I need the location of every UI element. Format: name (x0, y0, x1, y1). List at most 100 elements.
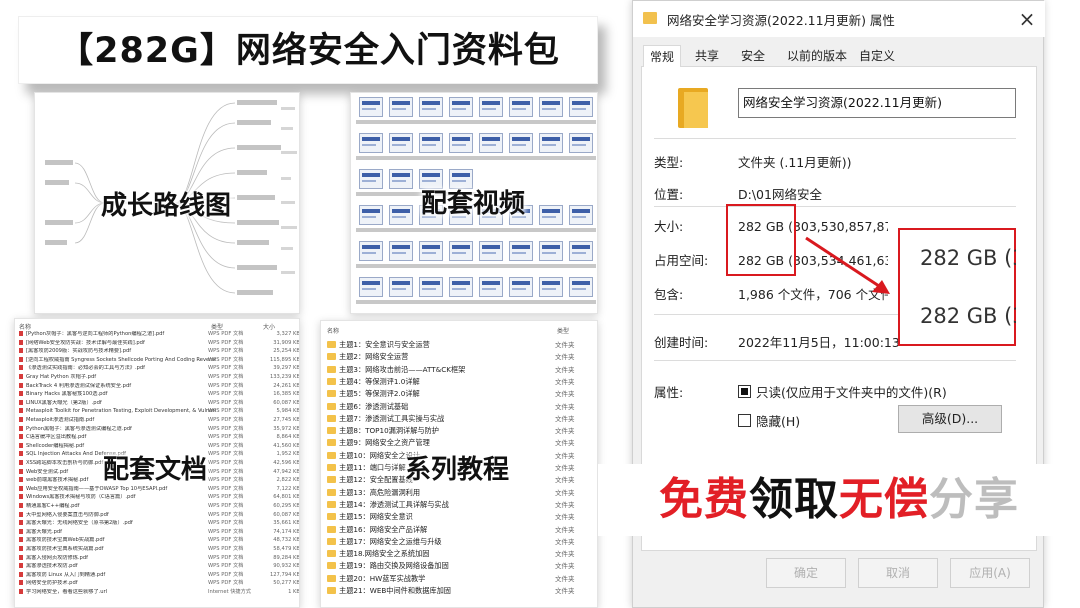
table-row[interactable]: Metasploit Toolkit for Penetration Testi… (15, 408, 299, 415)
docs-col-size[interactable]: 大小 (263, 322, 275, 331)
docs-col-name[interactable]: 名称 (19, 322, 31, 331)
hidden-checkbox[interactable] (738, 414, 751, 427)
table-row[interactable]: Windows黑客技术揭秘与攻防（C语言篇）.pdf WPS PDF 文档 64,8… (15, 494, 299, 501)
list-item[interactable]: 主题3：网络攻击前沿——ATT&CK框架 文件夹 (327, 364, 597, 376)
video-thumbnail[interactable] (569, 241, 593, 261)
video-thumbnail[interactable] (389, 205, 413, 225)
folder-name-input[interactable]: 网络安全学习资源(2022.11月更新) (738, 88, 1016, 118)
video-thumbnail[interactable] (479, 133, 503, 153)
video-thumbnail[interactable] (389, 169, 413, 189)
video-thumbnail[interactable] (359, 205, 383, 225)
video-thumbnail[interactable] (389, 241, 413, 261)
video-thumbnail[interactable] (539, 133, 563, 153)
video-thumbnail[interactable] (479, 277, 503, 297)
video-thumbnail[interactable] (569, 277, 593, 297)
video-thumbnail[interactable] (359, 133, 383, 153)
table-row[interactable]: 黑客大曝光.pdf WPS PDF 文档 74,174 KB (15, 528, 299, 536)
list-item[interactable]: 主题2：网络安全运营 文件夹 (327, 351, 597, 363)
video-thumbnail[interactable] (449, 277, 473, 297)
list-item[interactable]: 主题21：WEB中间件和数据库加固 文件夹 (327, 585, 597, 597)
table-row[interactable]: 黑客攻防 Linux 从入门到精通.pdf WPS PDF 文档 127,794 K… (15, 571, 299, 579)
table-row[interactable]: 黑客攻防技术宝典Web实战篇.pdf WPS PDF 文档 48,732 KB (15, 537, 299, 544)
readonly-checkbox[interactable] (738, 385, 751, 398)
table-row[interactable]: 精通黑客C++编程.pdf WPS PDF 文档 60,295 KB (15, 503, 299, 510)
series-col-type[interactable]: 类型 (557, 326, 569, 335)
cancel-button[interactable]: 取消 (858, 558, 938, 588)
video-thumbnail[interactable] (449, 97, 473, 117)
video-thumbnail[interactable] (359, 277, 383, 297)
table-row[interactable]: [逆向工程权威指南 Syngress Sockets Shellcode Por… (15, 356, 299, 364)
table-row[interactable]: [网络Web安全攻防实战：技术详解与最佳实践].pdf WPS PDF 文档 31,… (15, 339, 299, 347)
table-row[interactable]: Python黑帽子：黑客与渗透测试编程之道.pdf WPS PDF 文档 35,97… (15, 425, 299, 433)
table-row[interactable]: 黑客攻防技术宝典系统实战篇.pdf WPS PDF 文档 58,479 KB (15, 546, 299, 553)
video-thumbnail[interactable] (509, 277, 533, 297)
list-item[interactable]: 主题15：网络安全意识 文件夹 (327, 511, 597, 523)
video-thumbnail[interactable] (509, 241, 533, 261)
close-icon[interactable]: × (1013, 5, 1041, 33)
video-thumbnail[interactable] (419, 97, 443, 117)
table-row[interactable]: 学习网络安全，看看这些就够了.url Internet 快捷方式 1 KB (15, 589, 299, 596)
series-col-name[interactable]: 名称 (327, 326, 339, 335)
video-thumbnail[interactable] (389, 133, 413, 153)
video-thumbnail[interactable] (539, 277, 563, 297)
dialog-titlebar[interactable]: 网络安全学习资源(2022.11月更新) 属性 × (633, 1, 1045, 37)
video-thumbnail[interactable] (449, 241, 473, 261)
list-item[interactable]: 主题6：渗透测试基础 文件夹 (327, 401, 597, 413)
list-item[interactable]: 主题4：等保测评1.0详解 文件夹 (327, 376, 597, 388)
video-thumbnail[interactable] (419, 133, 443, 153)
table-row[interactable]: C语言缓冲区溢出教程.pdf WPS PDF 文档 8,864 KB (15, 434, 299, 441)
list-item[interactable]: 主题8：TOP10漏洞详解与防护 文件夹 (327, 425, 597, 437)
tab-customize[interactable]: 自定义 (853, 45, 901, 67)
table-row[interactable]: Binary Hacks 黑客秘笈100选.pdf WPS PDF 文档 16,38… (15, 391, 299, 398)
table-row[interactable]: 黑客渗透技术攻防.pdf WPS PDF 文档 90,932 KB (15, 563, 299, 570)
table-row[interactable]: 黑客入侵网页攻防修炼.pdf WPS PDF 文档 89,284 KB (15, 554, 299, 562)
video-thumbnail[interactable] (359, 241, 383, 261)
video-thumbnail[interactable] (359, 169, 383, 189)
video-thumbnail[interactable] (419, 241, 443, 261)
video-thumbnail[interactable] (539, 241, 563, 261)
list-item[interactable]: 主题9：网络安全之资产管理 文件夹 (327, 437, 597, 449)
list-item[interactable]: 主题19：路由交换及网络设备加固 文件夹 (327, 560, 597, 572)
table-row[interactable]: BackTrack 4 利用渗透测试保证系统安全.pdf WPS PDF 文档 24… (15, 382, 299, 390)
ok-button[interactable]: 确定 (766, 558, 846, 588)
list-item[interactable]: 主题1：安全意识与安全运营 文件夹 (327, 339, 597, 351)
table-row[interactable]: LINUX黑客大曝光（第2版）.pdf WPS PDF 文档 60,087 KB (15, 399, 299, 407)
list-item[interactable]: 主题20：HW蓝军实战教学 文件夹 (327, 573, 597, 585)
video-thumbnail[interactable] (569, 205, 593, 225)
video-thumbnail[interactable] (569, 133, 593, 153)
video-thumbnail[interactable] (359, 97, 383, 117)
table-row[interactable]: [黑客攻防2009版：实战攻防与技术精要].pdf WPS PDF 文档 25,25… (15, 348, 299, 355)
list-item[interactable]: 主题18.网络安全之系统加固 文件夹 (327, 548, 597, 560)
video-thumbnail[interactable] (509, 133, 533, 153)
tab-general[interactable]: 常规 (643, 45, 682, 68)
list-item[interactable]: 主题14：渗透测试工具详解与实战 文件夹 (327, 499, 597, 511)
list-item[interactable]: 主题7：渗透测试工具实操与实战 文件夹 (327, 413, 597, 425)
advanced-button[interactable]: 高级(D)... (898, 405, 1002, 433)
table-row[interactable]: Metasploit渗透测试指南.pdf WPS PDF 文档 27,745 KB (15, 417, 299, 424)
table-row[interactable]: 《渗透测试实践指南：必知必会的工具与方法》.pdf WPS PDF 文档 39,29… (15, 365, 299, 372)
video-thumbnail[interactable] (419, 277, 443, 297)
list-item[interactable]: 主题13：高危险漏洞利用 文件夹 (327, 487, 597, 499)
video-thumbnail[interactable] (389, 277, 413, 297)
video-thumbnail[interactable] (539, 97, 563, 117)
table-row[interactable]: 大中型网络入侵要案直击与防御.pdf WPS PDF 文档 60,087 KB (15, 511, 299, 519)
video-thumbnail[interactable] (479, 241, 503, 261)
apply-button[interactable]: 应用(A) (950, 558, 1030, 588)
tab-sharing[interactable]: 共享 (689, 45, 725, 67)
list-item[interactable]: 主题17：网络安全之运维与升级 文件夹 (327, 536, 597, 548)
list-item[interactable]: 主题5：等保测评2.0详解 文件夹 (327, 388, 597, 400)
video-thumbnail[interactable] (449, 133, 473, 153)
docs-col-type[interactable]: 类型 (211, 322, 223, 331)
list-item[interactable]: 主题16：网络安全产品详解 文件夹 (327, 524, 597, 536)
video-thumbnail[interactable] (479, 97, 503, 117)
table-row[interactable]: Web应用安全权威指南——基于OWASP Top 10与ESAPI.pdf WPS… (15, 485, 299, 493)
table-row[interactable]: [Python灰帽子：黑客与逆向工程师的Python编程之道].pdf WPS P… (15, 331, 299, 338)
video-thumbnail[interactable] (509, 97, 533, 117)
tab-security[interactable]: 安全 (735, 45, 771, 67)
table-row[interactable]: 网络安全防护技术.pdf WPS PDF 文档 50,277 KB (15, 580, 299, 587)
video-thumbnail[interactable] (389, 97, 413, 117)
video-thumbnail[interactable] (569, 97, 593, 117)
video-thumbnail[interactable] (539, 205, 563, 225)
table-row[interactable]: Gray Hat Python 灰帽子.pdf WPS PDF 文档 133,239… (15, 374, 299, 381)
table-row[interactable]: 黑客大曝光：无线网络安全（原书第2版）.pdf WPS PDF 文档 35,661 … (15, 520, 299, 527)
